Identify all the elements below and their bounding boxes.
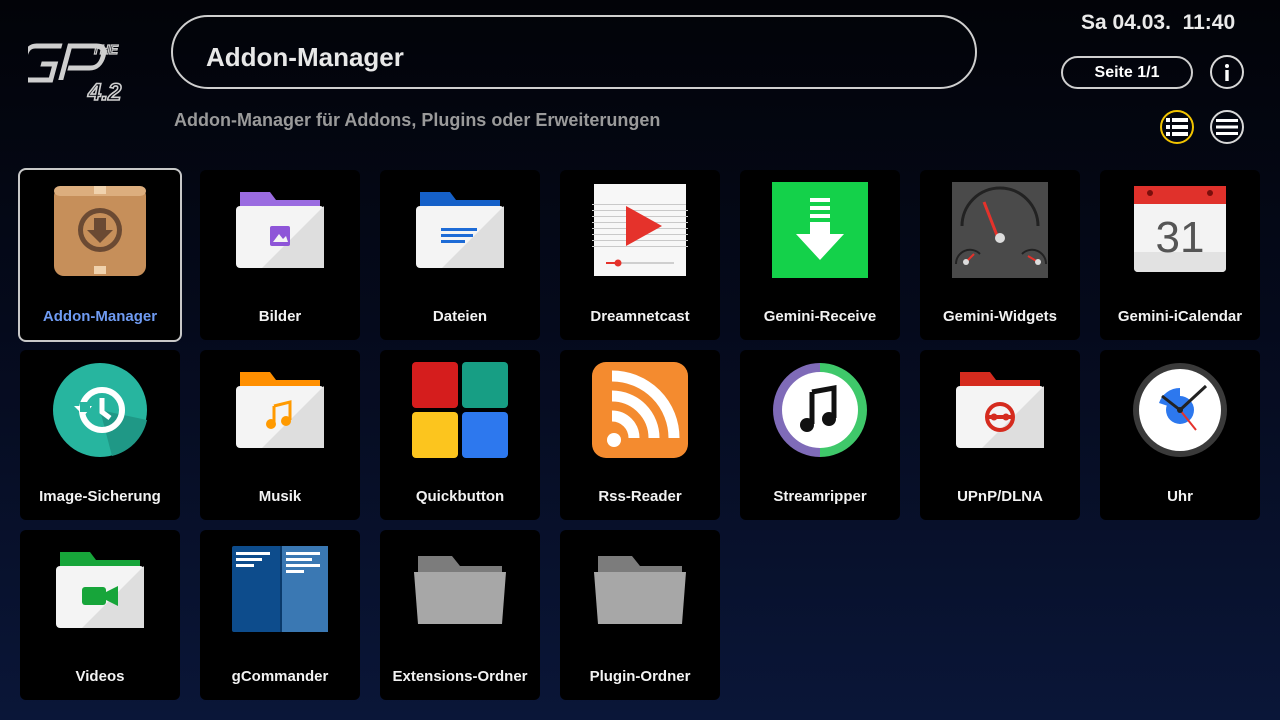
page-indicator-button[interactable]: Seite 1/1 bbox=[1061, 56, 1193, 89]
info-button[interactable] bbox=[1210, 55, 1244, 89]
page-subtitle: Addon-Manager für Addons, Plugins oder E… bbox=[174, 110, 661, 130]
pictures-folder-icon bbox=[236, 192, 324, 268]
app-tile-gemini-receive[interactable]: Gemini-Receive bbox=[740, 170, 900, 340]
upnp-folder-icon bbox=[956, 372, 1044, 448]
app-label: Rss-Reader bbox=[598, 488, 682, 505]
app-tile-upnp-dlna[interactable]: UPnP/DLNA bbox=[920, 350, 1080, 520]
app-tile-addon-manager[interactable]: Addon-Manager bbox=[18, 168, 182, 342]
backup-restore-icon bbox=[53, 363, 147, 457]
music-note-icon bbox=[773, 363, 867, 457]
info-icon bbox=[1225, 64, 1229, 81]
package-download-icon bbox=[54, 186, 146, 276]
app-tile-uhr[interactable]: Uhr bbox=[1100, 350, 1260, 520]
video-player-icon bbox=[592, 184, 688, 276]
app-label: Videos bbox=[75, 668, 125, 685]
app-label: Uhr bbox=[1167, 488, 1193, 505]
app-tile-videos[interactable]: Videos bbox=[20, 530, 180, 700]
app-tile-dateien[interactable]: Dateien bbox=[380, 170, 540, 340]
app-label: Extensions-Ordner bbox=[392, 668, 528, 685]
calendar-day: 31 bbox=[1156, 213, 1205, 262]
menu-icon bbox=[1216, 119, 1238, 135]
app-label: Dreamnetcast bbox=[590, 308, 690, 325]
app-tile-plugin-ordner[interactable]: Plugin-Ordner bbox=[560, 530, 720, 700]
app-tile-dreamnetcast[interactable]: Dreamnetcast bbox=[560, 170, 720, 340]
app-label: Streamripper bbox=[773, 488, 867, 505]
app-tile-rss-reader[interactable]: Rss-Reader bbox=[560, 350, 720, 520]
app-tile-gemini-widgets[interactable]: Gemini-Widgets bbox=[920, 170, 1080, 340]
music-folder-icon bbox=[236, 372, 324, 448]
file-commander-icon bbox=[232, 546, 328, 632]
date-time: Sa 04.03. 11:40 bbox=[1081, 11, 1236, 34]
rss-icon bbox=[592, 362, 688, 458]
app-tile-streamripper[interactable]: Streamripper bbox=[740, 350, 900, 520]
list-view-icon bbox=[1166, 118, 1188, 136]
download-arrow-icon bbox=[772, 182, 868, 278]
app-label: Musik bbox=[258, 488, 302, 505]
grey-folder-icon bbox=[414, 556, 506, 624]
app-label: Quickbutton bbox=[415, 488, 505, 505]
app-label: Gemini-iCalendar bbox=[1117, 308, 1243, 325]
documents-folder-icon bbox=[416, 192, 504, 268]
app-label: Plugin-Ordner bbox=[589, 668, 691, 685]
app-tile-quickbutton[interactable]: Quickbutton bbox=[380, 350, 540, 520]
app-tile-bilder[interactable]: Bilder bbox=[200, 170, 360, 340]
app-tile-extensions-ordner[interactable]: Extensions-Ordner bbox=[380, 530, 540, 700]
page-title: Addon-Manager bbox=[206, 42, 404, 72]
app-label: Addon-Manager bbox=[42, 308, 158, 325]
app-label: Image-Sicherung bbox=[39, 488, 161, 505]
app-label: Bilder bbox=[258, 308, 302, 325]
app-tile-musik[interactable]: Musik bbox=[200, 350, 360, 520]
color-squares-icon bbox=[412, 362, 508, 458]
gauges-icon bbox=[952, 182, 1048, 278]
app-tile-image-sicherung[interactable]: Image-Sicherung bbox=[20, 350, 180, 520]
videos-folder-icon bbox=[56, 552, 144, 628]
app-tile-gemini-icalendar[interactable]: 31 Gemini-iCalendar bbox=[1100, 170, 1260, 340]
svg-text:4.2: 4.2 bbox=[87, 79, 122, 106]
list-view-button[interactable] bbox=[1160, 110, 1194, 144]
app-tile-gcommander[interactable]: gCommander bbox=[200, 530, 360, 700]
gp-logo: THE 4.2 bbox=[18, 38, 138, 108]
calendar-icon: 31 bbox=[1134, 186, 1226, 272]
title-bar: Addon-Manager bbox=[171, 15, 977, 89]
menu-button[interactable] bbox=[1210, 110, 1244, 144]
grey-folder-icon bbox=[594, 556, 686, 624]
app-label: Gemini-Widgets bbox=[942, 308, 1058, 325]
app-label: Dateien bbox=[432, 308, 488, 325]
app-label: Gemini-Receive bbox=[763, 308, 877, 325]
clock-icon bbox=[1133, 363, 1227, 457]
app-label: UPnP/DLNA bbox=[957, 488, 1043, 505]
app-label: gCommander bbox=[231, 668, 329, 685]
